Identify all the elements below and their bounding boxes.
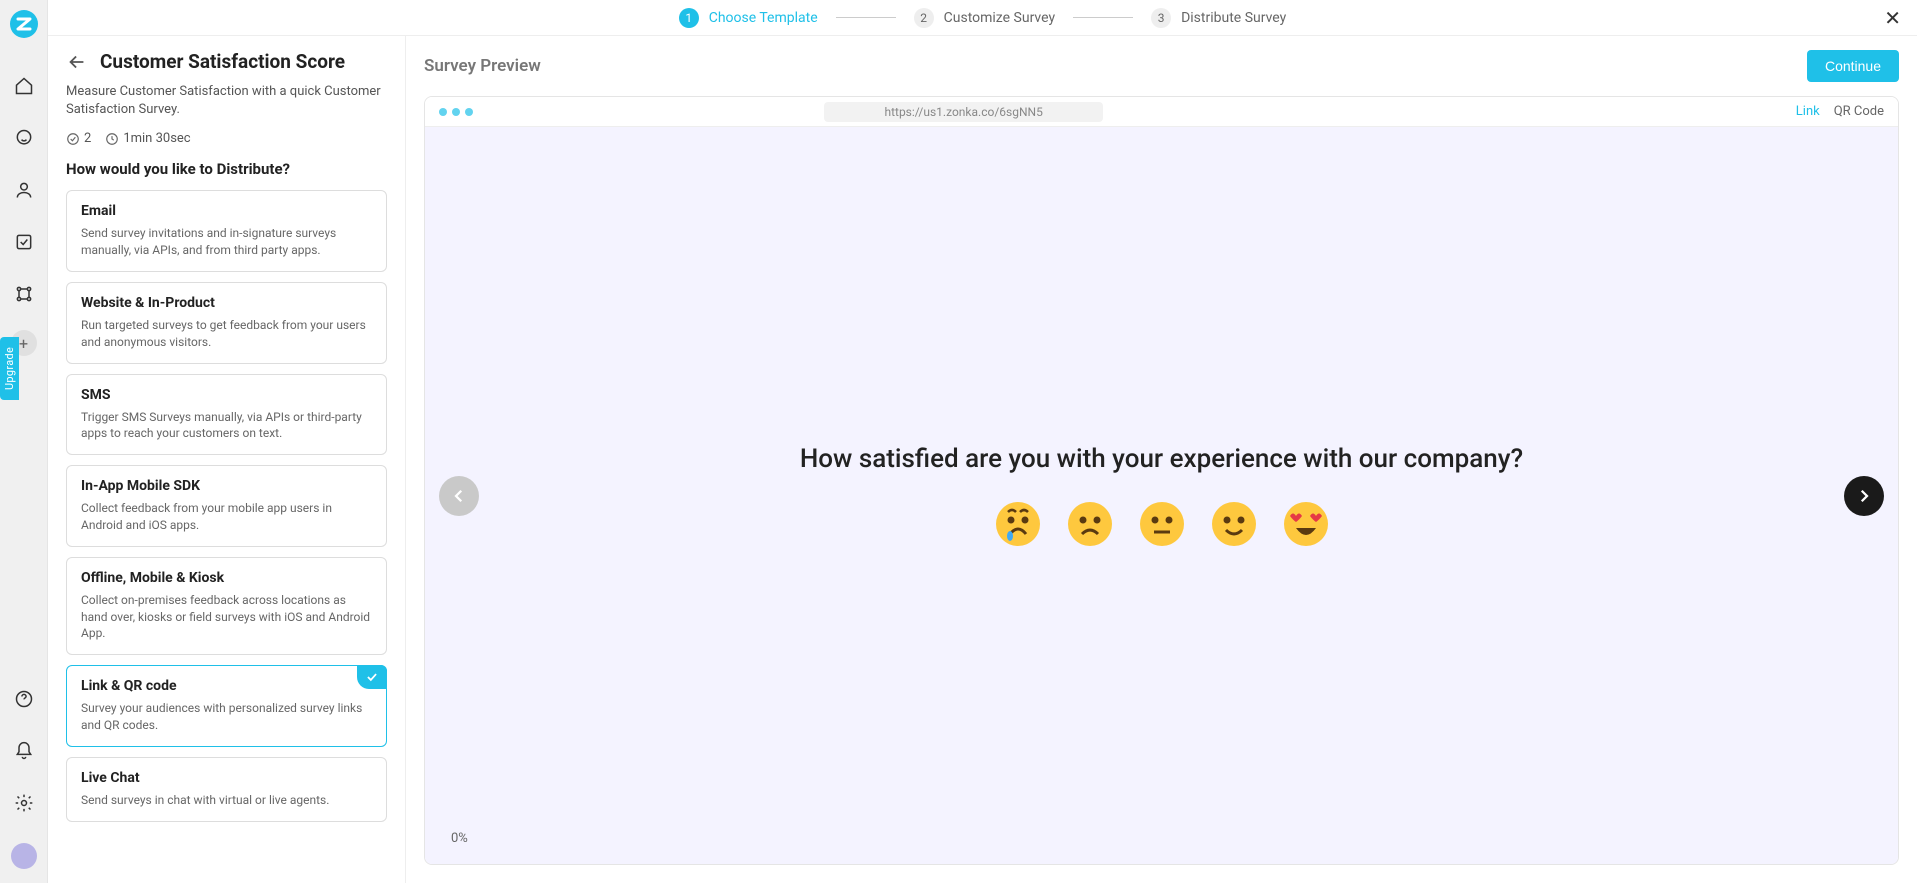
distribute-option-title: In-App Mobile SDK bbox=[81, 478, 372, 494]
distribute-option-desc: Trigger SMS Surveys manually, via APIs o… bbox=[81, 409, 372, 443]
check-icon bbox=[357, 665, 387, 689]
preview-panel: Survey Preview Continue https://us1.zonk… bbox=[406, 36, 1917, 883]
distribute-option-desc: Collect feedback from your mobile app us… bbox=[81, 500, 372, 534]
distribute-option-title: Website & In-Product bbox=[81, 295, 372, 311]
preview-title: Survey Preview bbox=[424, 56, 541, 76]
step-number: 2 bbox=[914, 8, 934, 28]
distribute-option-desc: Collect on-premises feedback across loca… bbox=[81, 592, 372, 642]
distribute-option[interactable]: Link & QR code Survey your audiences with… bbox=[66, 665, 387, 747]
tab-link[interactable]: Link bbox=[1796, 104, 1820, 119]
distribute-option[interactable]: Offline, Mobile & Kiosk Collect on-premis… bbox=[66, 557, 387, 655]
settings-icon[interactable] bbox=[12, 791, 36, 815]
user-icon[interactable] bbox=[12, 178, 36, 202]
browser-frame: https://us1.zonka.co/6sgNN5 Link QR Code… bbox=[424, 96, 1899, 865]
feedback-icon[interactable] bbox=[12, 126, 36, 150]
browser-dots bbox=[439, 108, 473, 116]
distribute-option-desc: Survey your audiences with personalized … bbox=[81, 700, 372, 734]
prev-question-button[interactable] bbox=[439, 476, 479, 516]
survey-icon[interactable] bbox=[12, 230, 36, 254]
step-separator bbox=[836, 17, 896, 18]
distribute-option-title: Link & QR code bbox=[81, 678, 372, 694]
distribute-option[interactable]: Website & In-Product Run targeted surveys… bbox=[66, 282, 387, 364]
tab-qr-code[interactable]: QR Code bbox=[1834, 104, 1884, 119]
distribute-options-list: Email Send survey invitations and in-sign… bbox=[48, 190, 405, 883]
close-icon[interactable]: ✕ bbox=[1884, 6, 1901, 30]
distribute-option-desc: Run targeted surveys to get feedback fro… bbox=[81, 317, 372, 351]
progress-percent: 0% bbox=[451, 831, 468, 846]
distribute-option-title: Offline, Mobile & Kiosk bbox=[81, 570, 372, 586]
emoji-happy[interactable] bbox=[1210, 500, 1258, 548]
emoji-neutral[interactable] bbox=[1138, 500, 1186, 548]
question-count: 2 bbox=[66, 131, 91, 146]
upgrade-tab[interactable]: Upgrade bbox=[0, 337, 19, 400]
step-customize-survey[interactable]: 2 Customize Survey bbox=[914, 8, 1055, 28]
next-question-button[interactable] bbox=[1844, 476, 1884, 516]
distribute-option[interactable]: Email Send survey invitations and in-sign… bbox=[66, 190, 387, 272]
step-choose-template[interactable]: 1 Choose Template bbox=[679, 8, 818, 28]
emoji-crying[interactable] bbox=[994, 500, 1042, 548]
distribute-option-desc: Send survey invitations and in-signature… bbox=[81, 225, 372, 259]
back-arrow-icon[interactable] bbox=[66, 51, 88, 73]
survey-question: How satisfied are you with your experien… bbox=[800, 444, 1523, 474]
wizard-stepper: 1 Choose Template 2 Customize Survey 3 D… bbox=[48, 0, 1917, 36]
distribute-option[interactable]: Live Chat Send surveys in chat with virtu… bbox=[66, 757, 387, 822]
template-description: Measure Customer Satisfaction with a qui… bbox=[66, 83, 387, 119]
step-label: Choose Template bbox=[709, 10, 818, 26]
app-logo[interactable] bbox=[8, 8, 40, 40]
step-number: 3 bbox=[1151, 8, 1171, 28]
template-title: Customer Satisfaction Score bbox=[100, 50, 345, 73]
distribute-option-desc: Send surveys in chat with virtual or liv… bbox=[81, 792, 372, 809]
emoji-rating-row bbox=[994, 500, 1330, 548]
distribute-option-title: Live Chat bbox=[81, 770, 372, 786]
distribute-heading: How would you like to Distribute? bbox=[48, 160, 405, 178]
distribute-option[interactable]: SMS Trigger SMS Surveys manually, via API… bbox=[66, 374, 387, 456]
help-icon[interactable] bbox=[12, 687, 36, 711]
emoji-love[interactable] bbox=[1282, 500, 1330, 548]
home-icon[interactable] bbox=[12, 74, 36, 98]
distribute-option-title: Email bbox=[81, 203, 372, 219]
step-label: Customize Survey bbox=[944, 10, 1055, 26]
step-separator bbox=[1073, 17, 1133, 18]
duration: 1min 30sec bbox=[105, 131, 190, 146]
user-avatar[interactable] bbox=[11, 843, 37, 869]
distribute-option[interactable]: In-App Mobile SDK Collect feedback from y… bbox=[66, 465, 387, 547]
survey-preview-area: How satisfied are you with your experien… bbox=[425, 127, 1898, 864]
template-details-panel: Customer Satisfaction Score Measure Cust… bbox=[48, 36, 406, 883]
bell-icon[interactable] bbox=[12, 739, 36, 763]
preview-url: https://us1.zonka.co/6sgNN5 bbox=[824, 102, 1102, 122]
emoji-sad[interactable] bbox=[1066, 500, 1114, 548]
continue-button[interactable]: Continue bbox=[1807, 50, 1899, 82]
distribute-option-title: SMS bbox=[81, 387, 372, 403]
step-distribute-survey[interactable]: 3 Distribute Survey bbox=[1151, 8, 1286, 28]
side-rail: + bbox=[0, 0, 48, 883]
step-number: 1 bbox=[679, 8, 699, 28]
workflow-icon[interactable] bbox=[12, 282, 36, 306]
step-label: Distribute Survey bbox=[1181, 10, 1286, 26]
